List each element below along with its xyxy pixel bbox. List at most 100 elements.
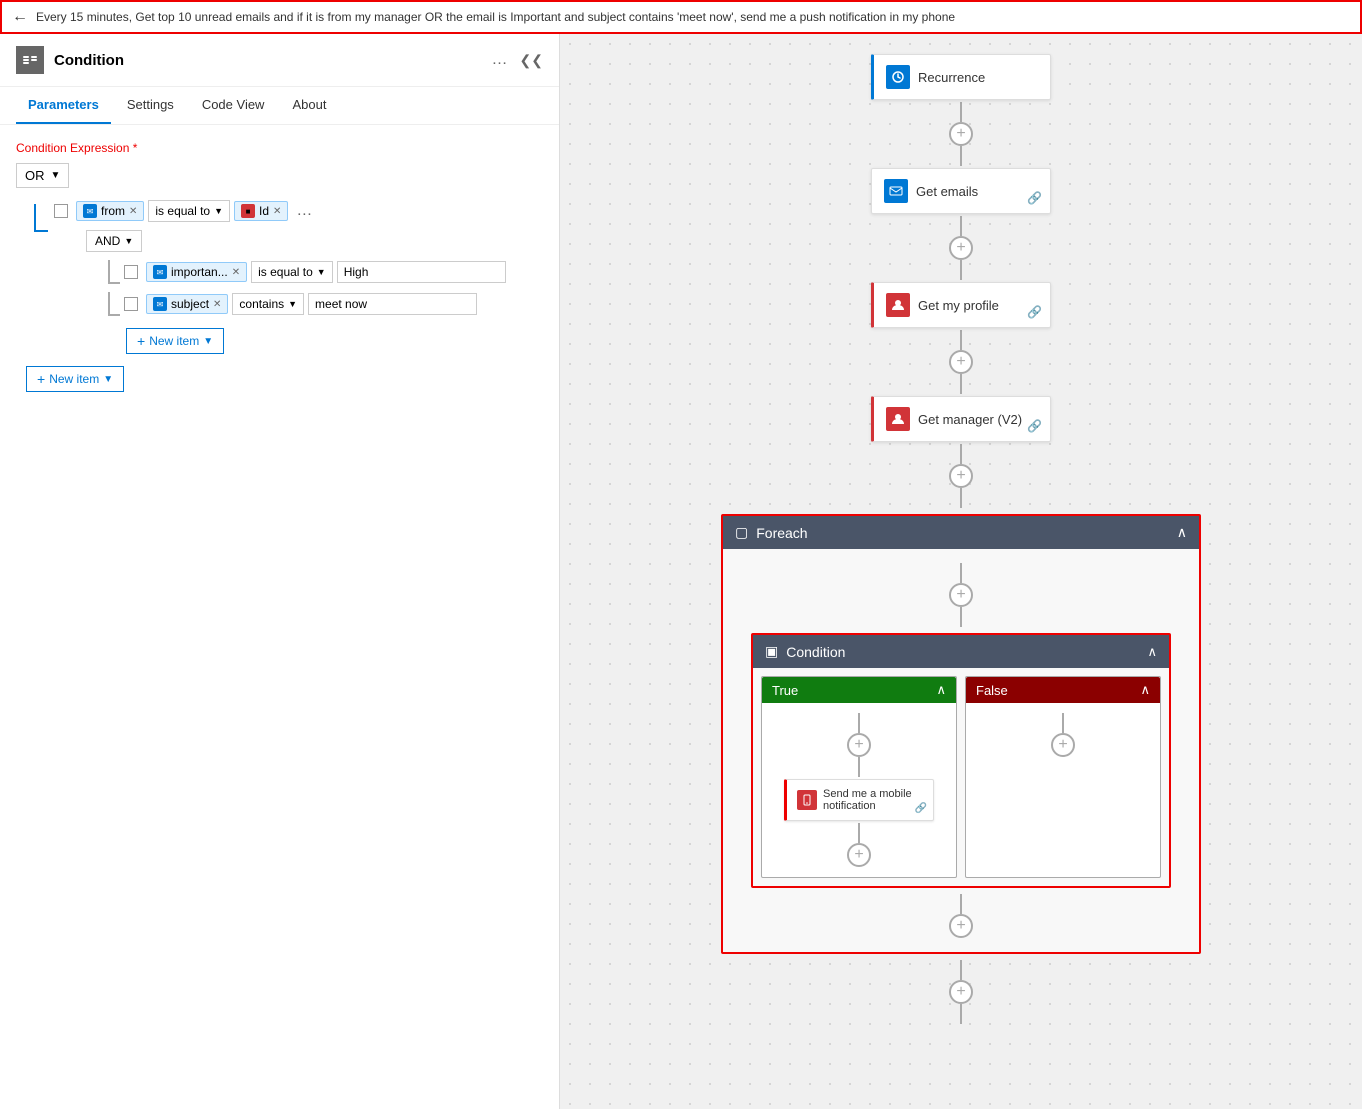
true-branch-header: True ∧ bbox=[762, 677, 956, 703]
get-profile-label: Get my profile bbox=[918, 298, 999, 313]
false-collapse-icon[interactable]: ∧ bbox=[1140, 682, 1150, 698]
add-true-step[interactable]: + bbox=[847, 733, 871, 757]
false-label: False bbox=[976, 683, 1008, 698]
false-branch-body: + bbox=[966, 703, 1160, 767]
condition-collapse-button[interactable]: ∧ bbox=[1147, 644, 1157, 660]
from-chip[interactable]: ✉ from ✕ bbox=[76, 201, 144, 221]
from-operator-select[interactable]: is equal to ▼ bbox=[148, 200, 230, 222]
collapse-panel-button[interactable]: ❮❮ bbox=[520, 52, 543, 69]
true-branch-body: + bbox=[762, 703, 956, 877]
remove-subject-chip[interactable]: ✕ bbox=[213, 299, 221, 310]
line-3 bbox=[960, 330, 962, 350]
add-step-4[interactable]: + bbox=[949, 464, 973, 488]
panel-header: Condition … ❮❮ bbox=[0, 34, 559, 87]
id-chip[interactable]: ■ Id ✕ bbox=[234, 201, 288, 221]
recurrence-node[interactable]: Recurrence bbox=[871, 54, 1051, 100]
true-branch: True ∧ + bbox=[761, 676, 957, 878]
add-after-condition[interactable]: + bbox=[949, 914, 973, 938]
subject-operator-select[interactable]: contains ▼ bbox=[232, 293, 304, 315]
and-dropdown[interactable]: AND ▼ bbox=[86, 230, 142, 252]
true-line-2 bbox=[858, 823, 860, 843]
get-manager-node[interactable]: Get manager (V2) 🔗 bbox=[871, 396, 1051, 442]
flow-canvas: Recurrence + Get emails 🔗 bbox=[560, 34, 1362, 1109]
and-chevron-icon: ▼ bbox=[124, 236, 133, 246]
tab-about[interactable]: About bbox=[280, 87, 338, 124]
add-after-foreach[interactable]: + bbox=[949, 980, 973, 1004]
foreach-body: + ▣ Condition ∧ bbox=[723, 549, 1199, 952]
connector-4: + bbox=[949, 444, 973, 508]
line-1b bbox=[960, 146, 962, 166]
outlook-icon-subject: ✉ bbox=[153, 297, 167, 311]
get-profile-link-icon: 🔗 bbox=[1027, 305, 1042, 319]
left-panel: Condition … ❮❮ Parameters Settings Code … bbox=[0, 34, 560, 1109]
row-more-options[interactable]: … bbox=[296, 202, 312, 220]
new-item-chevron-icon-outer: ▼ bbox=[103, 374, 113, 385]
true-collapse-icon[interactable]: ∧ bbox=[936, 682, 946, 698]
checkbox-subject[interactable] bbox=[124, 297, 138, 311]
operator-chevron-icon: ▼ bbox=[214, 206, 223, 216]
important-operator-select[interactable]: is equal to ▼ bbox=[251, 261, 333, 283]
new-item-button-inner[interactable]: + New item ▼ bbox=[126, 328, 224, 354]
remove-important-chip[interactable]: ✕ bbox=[232, 267, 240, 278]
connector-foreach-bottom: + bbox=[949, 894, 973, 938]
line-inner-1 bbox=[960, 563, 962, 583]
plus-icon-outer: + bbox=[37, 371, 45, 387]
get-profile-node[interactable]: Get my profile 🔗 bbox=[871, 282, 1051, 328]
condition-tree: ✉ from ✕ is equal to ▼ ■ Id bbox=[16, 200, 543, 392]
important-chip[interactable]: ✉ importan... ✕ bbox=[146, 262, 247, 282]
line-inner-1b bbox=[960, 607, 962, 627]
tab-parameters[interactable]: Parameters bbox=[16, 87, 111, 124]
add-step-inner-1[interactable]: + bbox=[949, 583, 973, 607]
false-branch-header: False ∧ bbox=[966, 677, 1160, 703]
false-connector-1: + bbox=[1051, 713, 1075, 757]
foreach-header[interactable]: ▢ Foreach ∧ bbox=[723, 516, 1199, 549]
checkbox-important[interactable] bbox=[124, 265, 138, 279]
condition-node-container: ▣ Condition ∧ True ∧ bbox=[751, 633, 1171, 888]
get-manager-icon bbox=[886, 407, 910, 431]
more-options-button[interactable]: … bbox=[492, 51, 508, 69]
subject-value-input[interactable] bbox=[308, 293, 477, 315]
new-item-button-outer[interactable]: + New item ▼ bbox=[26, 366, 124, 392]
outlook-icon-from: ✉ bbox=[83, 204, 97, 218]
mobile-notification-icon bbox=[797, 790, 817, 810]
tab-settings[interactable]: Settings bbox=[115, 87, 186, 124]
add-step-1[interactable]: + bbox=[949, 122, 973, 146]
connector-after-foreach: + bbox=[949, 960, 973, 1024]
office-icon-id: ■ bbox=[241, 204, 255, 218]
get-emails-label: Get emails bbox=[916, 184, 978, 199]
remove-id-chip[interactable]: ✕ bbox=[273, 206, 281, 217]
connector-inner-1: + bbox=[949, 563, 973, 627]
foreach-collapse-button[interactable]: ∧ bbox=[1177, 524, 1187, 541]
important-value-input[interactable] bbox=[337, 261, 506, 283]
flow-description: Every 15 minutes, Get top 10 unread emai… bbox=[36, 10, 1350, 24]
mobile-notification-node[interactable]: Send me a mobile notification 🔗 bbox=[784, 779, 934, 821]
subject-chip[interactable]: ✉ subject ✕ bbox=[146, 294, 228, 314]
true-connector-2: + bbox=[847, 823, 871, 867]
back-button[interactable]: ← bbox=[12, 8, 28, 26]
line-3b bbox=[960, 374, 962, 394]
condition-header-icon: ▣ bbox=[765, 643, 778, 660]
connector-2: + bbox=[949, 216, 973, 280]
plus-icon-inner: + bbox=[137, 333, 145, 349]
line-after-foreach bbox=[960, 960, 962, 980]
checkbox-from[interactable] bbox=[54, 204, 68, 218]
condition-row-important: ✉ importan... ✕ is equal to ▼ bbox=[106, 260, 543, 284]
get-emails-node[interactable]: Get emails 🔗 bbox=[871, 168, 1051, 214]
get-manager-link-icon: 🔗 bbox=[1027, 419, 1042, 433]
tab-code-view[interactable]: Code View bbox=[190, 87, 277, 124]
or-dropdown[interactable]: OR ▼ bbox=[16, 163, 69, 188]
add-true-step-2[interactable]: + bbox=[847, 843, 871, 867]
panel-content: Condition Expression * OR ▼ bbox=[0, 125, 559, 1109]
condition-icon bbox=[16, 46, 44, 74]
add-false-step[interactable]: + bbox=[1051, 733, 1075, 757]
flow-canvas-inner: Recurrence + Get emails 🔗 bbox=[560, 34, 1362, 1109]
new-item-chevron-icon-inner: ▼ bbox=[203, 336, 213, 347]
and-block: AND ▼ ✉ importan... bbox=[86, 230, 543, 354]
top-bar: ← Every 15 minutes, Get top 10 unread em… bbox=[0, 0, 1362, 34]
remove-from-chip[interactable]: ✕ bbox=[129, 206, 137, 217]
add-step-2[interactable]: + bbox=[949, 236, 973, 260]
foreach-header-left: ▢ Foreach bbox=[735, 524, 808, 541]
mobile-notification-link-icon: 🔗 bbox=[915, 803, 927, 814]
add-step-3[interactable]: + bbox=[949, 350, 973, 374]
condition-header[interactable]: ▣ Condition ∧ bbox=[753, 635, 1169, 668]
